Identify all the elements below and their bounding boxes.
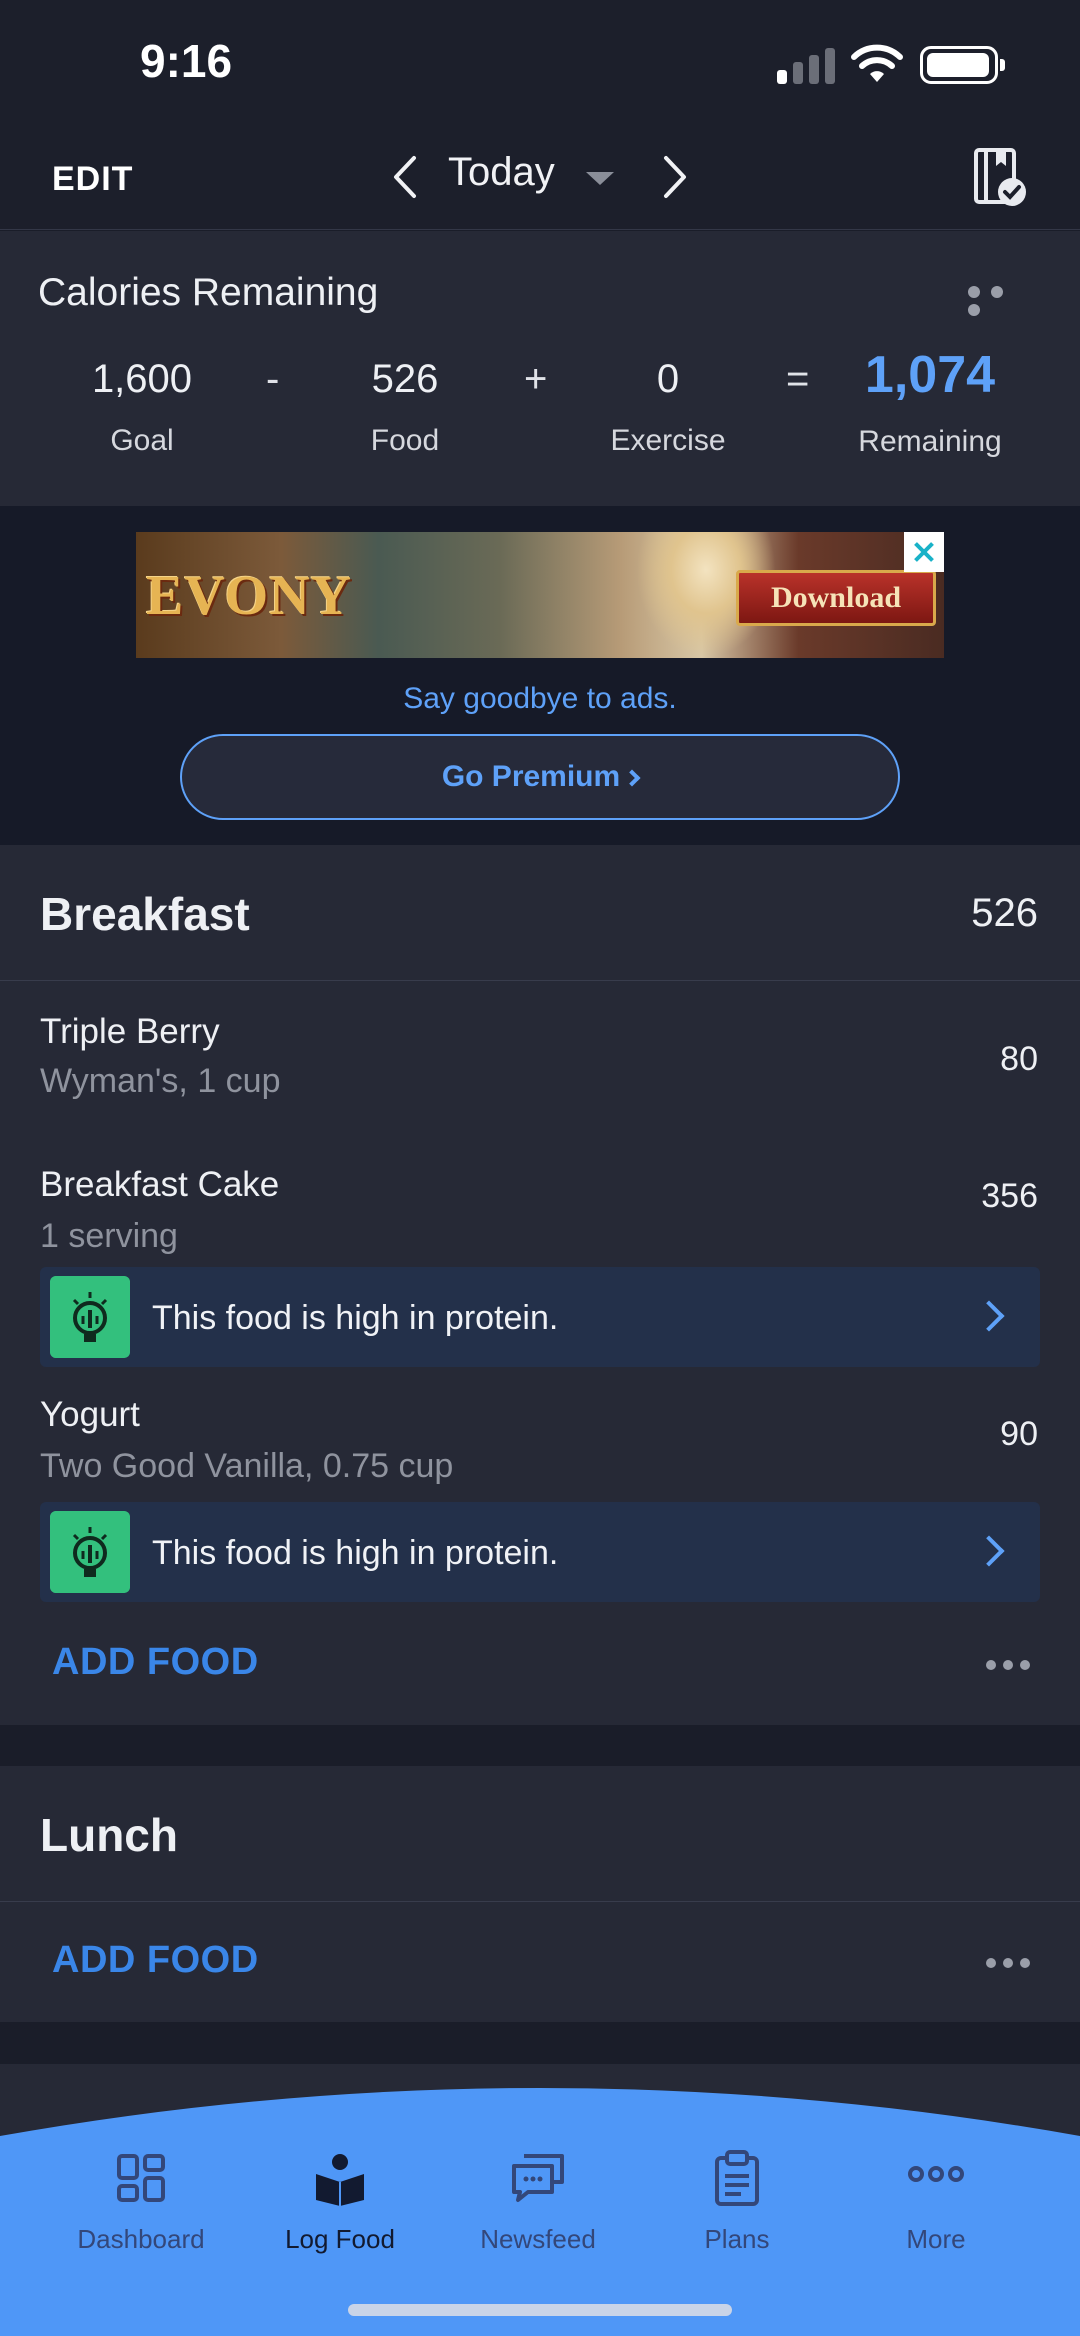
food-calories: 356 bbox=[981, 1177, 1038, 1215]
tab-label: Plans bbox=[704, 2224, 770, 2254]
ad-banner[interactable]: EVONY Download bbox=[136, 532, 944, 658]
breakfast-total: 526 bbox=[971, 891, 1038, 935]
food-item[interactable]: Breakfast Cake 1 serving 356 bbox=[0, 1135, 1080, 1265]
chevron-right-icon bbox=[623, 769, 641, 787]
wifi-icon bbox=[851, 44, 903, 82]
status-time: 9:16 bbox=[140, 35, 233, 87]
home-indicator[interactable] bbox=[348, 2304, 732, 2316]
lightbulb-icon bbox=[50, 1276, 130, 1358]
tip-text: This food is high in protein. bbox=[152, 1534, 559, 1572]
status-bar: 9:16 bbox=[0, 0, 1080, 130]
battery-icon bbox=[920, 46, 1005, 84]
tab-label: Newsfeed bbox=[480, 2224, 596, 2254]
lightbulb-icon bbox=[50, 1511, 130, 1593]
clipboard-icon bbox=[715, 2150, 759, 2206]
ad-brand-logo: EVONY bbox=[146, 565, 353, 627]
tab-label: More bbox=[906, 2224, 966, 2254]
calories-title: Calories Remaining bbox=[38, 271, 379, 314]
remaining-column: 1,074 Remaining bbox=[848, 346, 1012, 459]
cellular-signal-icon bbox=[777, 48, 835, 84]
edit-button[interactable]: EDIT bbox=[52, 160, 133, 199]
book-person-icon bbox=[316, 2154, 364, 2206]
food-name: Yogurt bbox=[40, 1395, 140, 1434]
food-value: 526 bbox=[371, 357, 439, 401]
food-name: Breakfast Cake bbox=[40, 1165, 280, 1204]
protein-tip[interactable]: This food is high in protein. bbox=[40, 1502, 1040, 1602]
food-name: Triple Berry bbox=[40, 1012, 220, 1051]
goal-value: 1,600 bbox=[91, 357, 193, 401]
breakfast-add-row: ADD FOOD bbox=[0, 1605, 1080, 1725]
chevron-right-icon[interactable] bbox=[658, 152, 692, 202]
breakfast-add-food-button[interactable]: ADD FOOD bbox=[52, 1641, 259, 1684]
remaining-label: Remaining bbox=[858, 425, 1002, 458]
more-dots-icon bbox=[908, 2166, 964, 2182]
food-detail: Two Good Vanilla, 0.75 cup bbox=[40, 1447, 454, 1485]
tab-plans[interactable]: Plans bbox=[647, 2150, 827, 2255]
exercise-value: 0 bbox=[656, 357, 680, 401]
remove-ads-text[interactable]: Say goodbye to ads. bbox=[0, 682, 1080, 716]
breakfast-title: Breakfast bbox=[40, 888, 250, 940]
food-calories: 90 bbox=[1000, 1415, 1038, 1453]
notebook-check-icon[interactable] bbox=[972, 146, 1028, 208]
food-column: 526 Food bbox=[345, 357, 465, 458]
goal-label: Goal bbox=[110, 424, 174, 457]
chat-bubbles-icon bbox=[512, 2154, 564, 2202]
lunch-add-row: ADD FOOD bbox=[0, 1903, 1080, 2023]
date-selector[interactable]: Today bbox=[448, 150, 555, 195]
bottom-tab-bar: Dashboard Log Food Newsfeed Plans More bbox=[0, 2088, 1080, 2336]
ad-close-icon[interactable] bbox=[904, 532, 944, 572]
tab-label: Dashboard bbox=[77, 2224, 205, 2254]
go-premium-button[interactable]: Go Premium bbox=[180, 734, 900, 820]
tab-more[interactable]: More bbox=[846, 2150, 1026, 2255]
remaining-value: 1,074 bbox=[864, 346, 996, 404]
equals-operator: = bbox=[786, 357, 810, 401]
tab-newsfeed[interactable]: Newsfeed bbox=[448, 2150, 628, 2255]
exercise-label: Exercise bbox=[610, 424, 726, 457]
more-options-icon[interactable] bbox=[986, 1657, 1046, 1671]
lunch-title: Lunch bbox=[40, 1809, 178, 1861]
plus-operator: + bbox=[524, 357, 548, 401]
chevron-right-icon bbox=[973, 1535, 1005, 1567]
food-item[interactable]: Triple Berry Wyman's, 1 cup 80 bbox=[0, 982, 1080, 1122]
tab-log-food[interactable]: Log Food bbox=[250, 2150, 430, 2255]
breakfast-header[interactable]: Breakfast 526 bbox=[0, 845, 1080, 981]
food-label: Food bbox=[370, 424, 440, 457]
exercise-column: 0 Exercise bbox=[598, 357, 738, 458]
tip-text: This food is high in protein. bbox=[152, 1299, 559, 1337]
protein-tip[interactable]: This food is high in protein. bbox=[40, 1267, 1040, 1367]
ad-download-button[interactable]: Download bbox=[736, 570, 936, 626]
lunch-section: Lunch ADD FOOD bbox=[0, 1766, 1080, 2022]
breakfast-section: Breakfast 526 Triple Berry Wyman's, 1 cu… bbox=[0, 845, 1080, 1725]
food-detail: Wyman's, 1 cup bbox=[40, 1062, 281, 1100]
chevron-right-icon bbox=[973, 1300, 1005, 1332]
tab-dashboard[interactable]: Dashboard bbox=[51, 2150, 231, 2255]
caret-down-icon[interactable] bbox=[586, 172, 614, 185]
more-options-icon[interactable] bbox=[986, 1955, 1046, 1969]
lunch-add-food-button[interactable]: ADD FOOD bbox=[52, 1939, 259, 1982]
food-detail: 1 serving bbox=[40, 1217, 178, 1255]
food-item[interactable]: Yogurt Two Good Vanilla, 0.75 cup 90 bbox=[0, 1375, 1080, 1495]
top-nav: EDIT Today bbox=[0, 130, 1080, 230]
food-calories: 80 bbox=[1000, 1040, 1038, 1078]
lunch-header[interactable]: Lunch bbox=[0, 1766, 1080, 1902]
tab-label: Log Food bbox=[285, 2224, 395, 2254]
grid-icon bbox=[117, 2154, 165, 2202]
chevron-left-icon[interactable] bbox=[388, 152, 422, 202]
calories-remaining-card[interactable]: Calories Remaining 1,600 Goal - 526 Food… bbox=[0, 231, 1080, 506]
goal-column: 1,600 Goal bbox=[82, 357, 202, 458]
go-premium-label: Go Premium bbox=[441, 760, 621, 793]
more-options-icon[interactable] bbox=[968, 285, 1036, 316]
minus-operator: - bbox=[266, 357, 280, 401]
ad-area: EVONY Download Say goodbye to ads. Go Pr… bbox=[0, 506, 1080, 845]
